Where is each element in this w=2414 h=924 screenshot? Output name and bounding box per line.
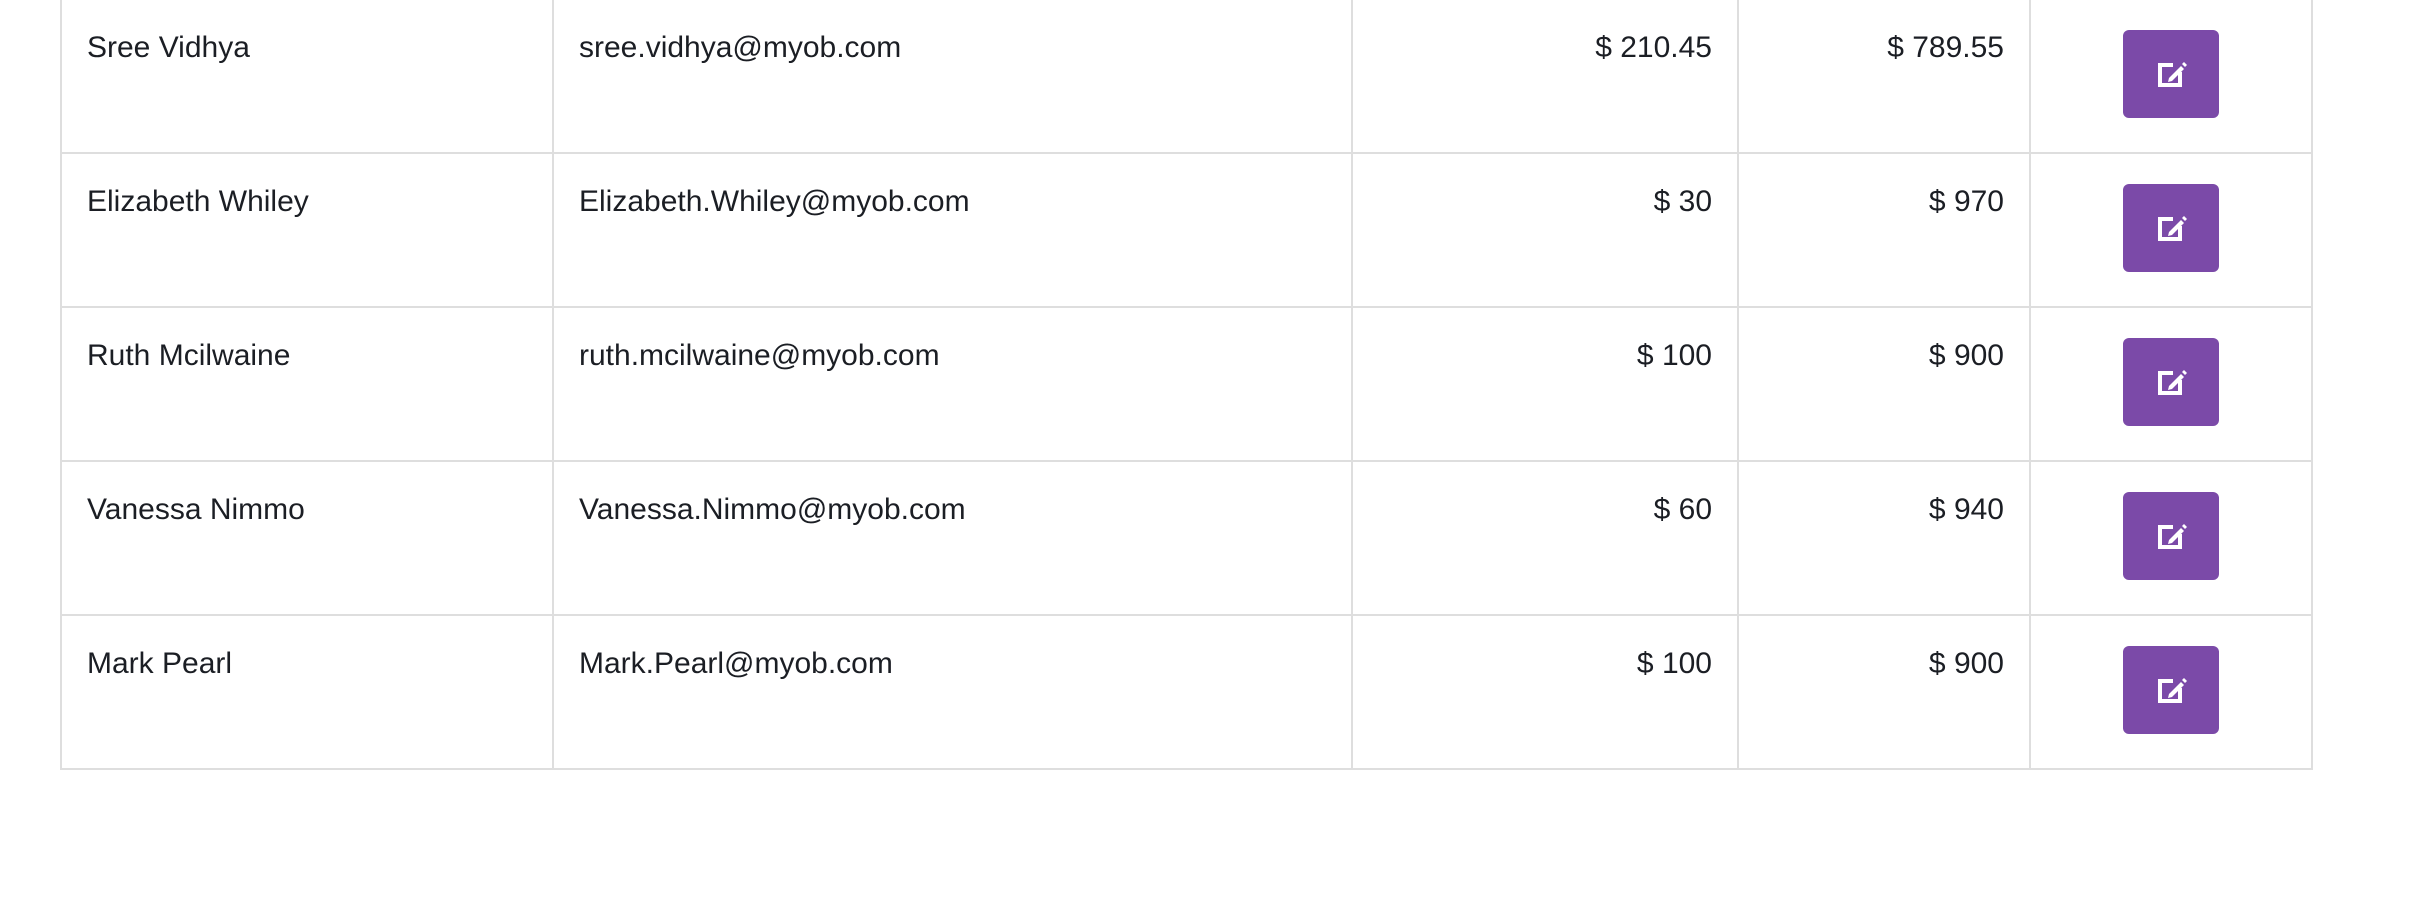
email-text: ruth.mcilwaine@myob.com — [579, 339, 940, 372]
table-row: Elizabeth Whiley Elizabeth.Whiley@myob.c… — [60, 152, 2313, 308]
table-row: Mark Pearl Mark.Pearl@myob.com $ 100 $ 9… — [60, 614, 2313, 770]
data-table: Sree Vidhya sree.vidhya@myob.com $ 210.4… — [60, 0, 2313, 770]
table-row: Vanessa Nimmo Vanessa.Nimmo@myob.com $ 6… — [60, 460, 2313, 616]
remaining-amount-cell: $ 900 — [1737, 614, 2031, 770]
email-cell: sree.vidhya@myob.com — [552, 0, 1353, 154]
paid-amount-text: $ 100 — [1636, 647, 1712, 680]
paid-amount-text: $ 210.45 — [1595, 31, 1712, 64]
page: Sree Vidhya sree.vidhya@myob.com $ 210.4… — [0, 0, 2414, 924]
email-text: Vanessa.Nimmo@myob.com — [579, 493, 966, 526]
edit-icon — [2158, 370, 2187, 395]
paid-amount-text: $ 30 — [1653, 185, 1712, 218]
paid-amount-cell: $ 30 — [1351, 152, 1739, 308]
name-cell: Sree Vidhya — [60, 0, 554, 154]
name-cell: Elizabeth Whiley — [60, 152, 554, 308]
remaining-amount-text: $ 900 — [1928, 339, 2004, 372]
edit-button[interactable] — [2123, 492, 2219, 580]
remaining-amount-text: $ 900 — [1928, 647, 2004, 680]
action-wrap — [2031, 154, 2311, 272]
email-cell: Mark.Pearl@myob.com — [552, 614, 1353, 770]
paid-amount-cell: $ 60 — [1351, 460, 1739, 616]
name-text: Vanessa Nimmo — [87, 493, 305, 526]
table-row: Sree Vidhya sree.vidhya@myob.com $ 210.4… — [60, 0, 2313, 154]
paid-amount-cell: $ 100 — [1351, 614, 1739, 770]
edit-icon — [2158, 524, 2187, 549]
table-row: Ruth Mcilwaine ruth.mcilwaine@myob.com $… — [60, 306, 2313, 462]
action-cell — [2029, 460, 2313, 616]
action-cell — [2029, 306, 2313, 462]
email-cell: Elizabeth.Whiley@myob.com — [552, 152, 1353, 308]
remaining-amount-cell: $ 900 — [1737, 306, 2031, 462]
table-body: Sree Vidhya sree.vidhya@myob.com $ 210.4… — [60, 0, 2313, 770]
remaining-amount-text: $ 940 — [1928, 493, 2004, 526]
name-text: Elizabeth Whiley — [87, 185, 309, 218]
paid-amount-cell: $ 100 — [1351, 306, 1739, 462]
edit-button[interactable] — [2123, 184, 2219, 272]
name-cell: Mark Pearl — [60, 614, 554, 770]
paid-amount-text: $ 100 — [1636, 339, 1712, 372]
remaining-amount-text: $ 970 — [1928, 185, 2004, 218]
email-text: sree.vidhya@myob.com — [579, 31, 902, 64]
email-cell: Vanessa.Nimmo@myob.com — [552, 460, 1353, 616]
email-cell: ruth.mcilwaine@myob.com — [552, 306, 1353, 462]
edit-button[interactable] — [2123, 646, 2219, 734]
name-text: Sree Vidhya — [87, 31, 250, 64]
name-text: Ruth Mcilwaine — [87, 339, 291, 372]
remaining-amount-cell: $ 940 — [1737, 460, 2031, 616]
edit-button[interactable] — [2123, 30, 2219, 118]
email-text: Elizabeth.Whiley@myob.com — [579, 185, 970, 218]
action-cell — [2029, 152, 2313, 308]
email-text: Mark.Pearl@myob.com — [579, 647, 893, 680]
remaining-amount-text: $ 789.55 — [1887, 31, 2004, 64]
action-wrap — [2031, 308, 2311, 426]
edit-button[interactable] — [2123, 338, 2219, 426]
name-cell: Ruth Mcilwaine — [60, 306, 554, 462]
remaining-amount-cell: $ 789.55 — [1737, 0, 2031, 154]
edit-icon — [2158, 216, 2187, 241]
action-wrap — [2031, 462, 2311, 580]
name-text: Mark Pearl — [87, 647, 233, 680]
action-wrap — [2031, 0, 2311, 118]
paid-amount-cell: $ 210.45 — [1351, 0, 1739, 154]
action-wrap — [2031, 616, 2311, 734]
paid-amount-text: $ 60 — [1653, 493, 1712, 526]
name-cell: Vanessa Nimmo — [60, 460, 554, 616]
action-cell — [2029, 0, 2313, 154]
edit-icon — [2158, 62, 2187, 87]
action-cell — [2029, 614, 2313, 770]
edit-icon — [2158, 678, 2187, 703]
remaining-amount-cell: $ 970 — [1737, 152, 2031, 308]
